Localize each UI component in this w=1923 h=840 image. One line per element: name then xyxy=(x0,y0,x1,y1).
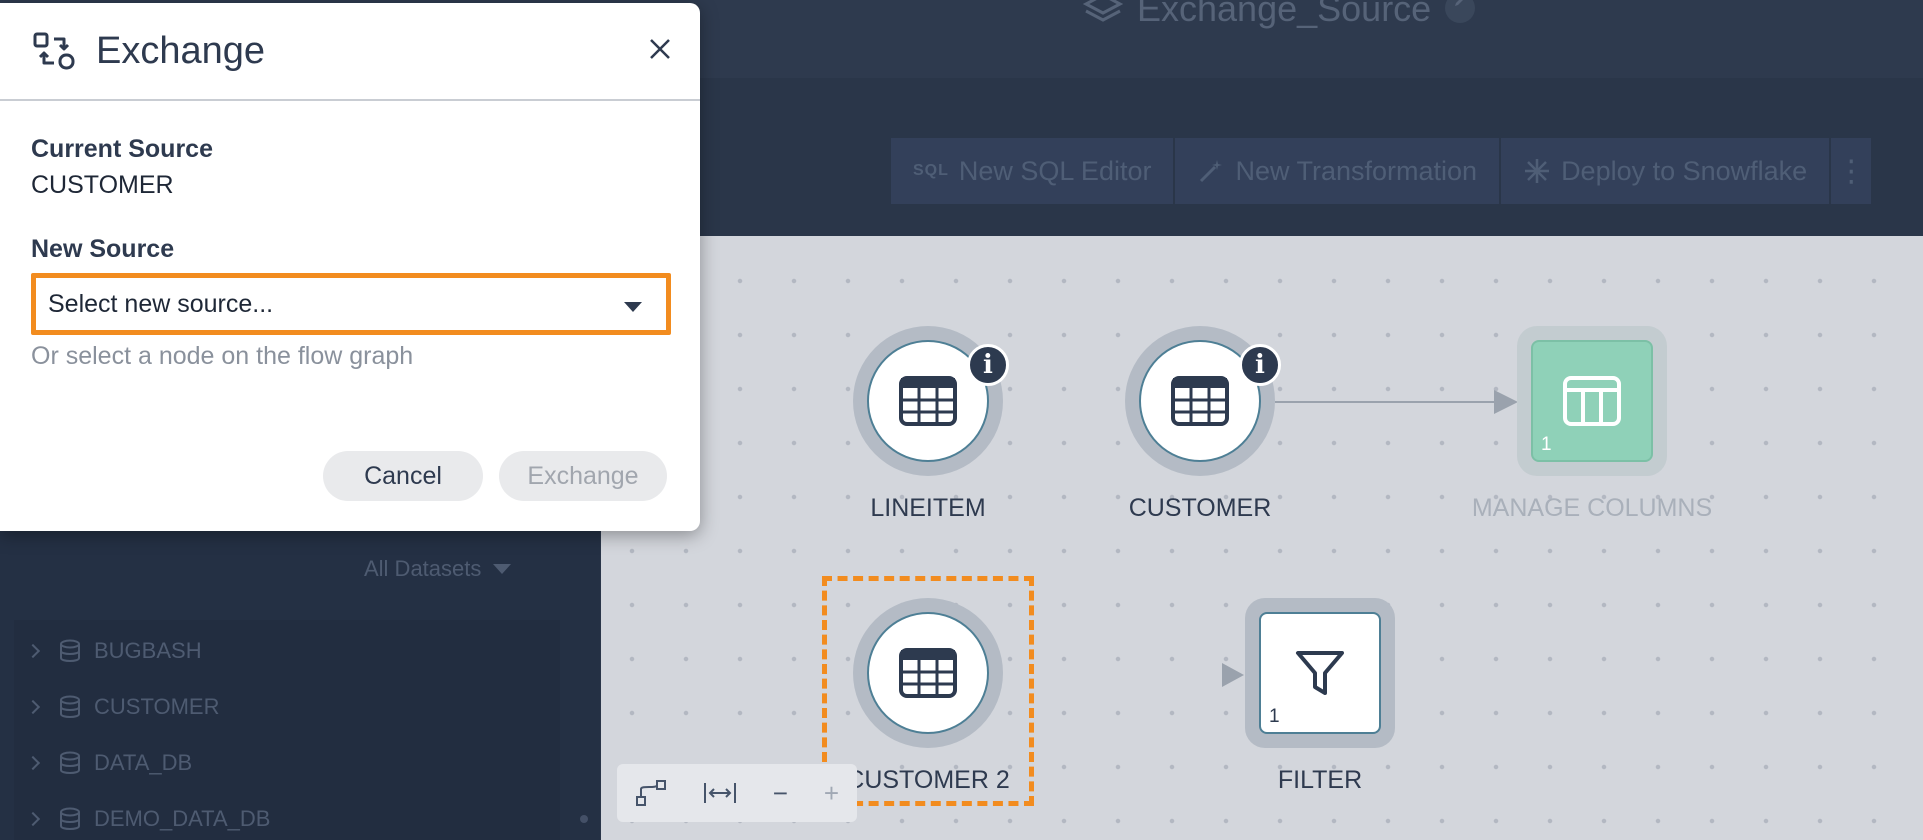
new-sql-editor-button[interactable]: SQL New SQL Editor xyxy=(891,138,1174,204)
tree-item-demo-data-db[interactable]: DEMO_DATA_DB xyxy=(25,804,271,834)
edit-title-icon[interactable] xyxy=(1445,0,1476,23)
flow-title-area: Exchange_Source xyxy=(1083,0,1476,32)
layers-icon xyxy=(1083,0,1123,22)
dialog-title: Exchange xyxy=(96,29,266,72)
current-source-label: Current Source xyxy=(31,135,213,163)
fit-width-icon[interactable] xyxy=(703,781,737,805)
tree-item-label: CUSTOMER xyxy=(94,694,220,719)
tree-item-label: DEMO_DATA_DB xyxy=(94,806,271,831)
cancel-button[interactable]: Cancel xyxy=(323,451,483,501)
dataset-filter-label: All Datasets xyxy=(364,556,482,581)
edge-arrow-icon xyxy=(1494,390,1518,414)
exchange-icon xyxy=(33,32,75,70)
new-transformation-label: New Transformation xyxy=(1235,155,1478,186)
tree-item-data-db[interactable]: DATA_DB xyxy=(25,748,193,778)
new-transformation-button[interactable]: New Transformation xyxy=(1175,138,1500,204)
node-count: 1 xyxy=(1541,434,1552,455)
more-options-button[interactable]: ⋮ xyxy=(1831,138,1872,204)
info-icon[interactable]: i xyxy=(967,344,1009,386)
kebab-icon: ⋮ xyxy=(1836,154,1867,188)
sql-icon: SQL xyxy=(913,162,949,179)
magic-wand-icon xyxy=(1200,160,1223,183)
filter-icon xyxy=(1296,651,1344,695)
node-customer[interactable]: i xyxy=(1125,326,1281,476)
table-icon xyxy=(1171,376,1229,426)
node-label-manage-columns: MANAGE COLUMNS xyxy=(1471,494,1713,522)
flow-canvas[interactable] xyxy=(601,236,1923,840)
node-label-lineitem: LINEITEM xyxy=(870,494,986,522)
deploy-label: Deploy to Snowflake xyxy=(1561,155,1808,186)
close-icon[interactable] xyxy=(644,33,676,65)
node-lineitem[interactable]: i xyxy=(853,326,1009,476)
auto-layout-icon[interactable] xyxy=(635,779,667,807)
exchange-button[interactable]: Exchange xyxy=(499,451,667,501)
node-label-filter: FILTER xyxy=(1277,766,1363,794)
select-node-hint: Or select a node on the flow graph xyxy=(31,342,414,370)
new-sql-editor-label: New SQL Editor xyxy=(958,155,1152,186)
database-icon xyxy=(60,751,80,774)
flow-edge xyxy=(1275,401,1500,403)
chevron-down-icon xyxy=(624,302,642,312)
toolbar: SQL New SQL Editor New Transformation De… xyxy=(891,138,1872,204)
chevron-right-icon xyxy=(25,811,41,827)
chevron-right-icon xyxy=(25,755,41,771)
node-body: 1 xyxy=(1531,340,1653,462)
edge-arrow-icon xyxy=(1222,663,1244,687)
zoom-in-icon[interactable]: + xyxy=(824,778,839,809)
snowflake-icon xyxy=(1525,159,1550,183)
exchange-dialog: Exchange Current Source CUSTOMER New Sou… xyxy=(0,3,700,531)
deploy-button[interactable]: Deploy to Snowflake xyxy=(1501,138,1830,204)
database-icon xyxy=(60,807,80,830)
tree-item-bugbash[interactable]: BUGBASH xyxy=(25,636,202,666)
chevron-right-icon xyxy=(25,643,41,659)
new-source-placeholder: Select new source... xyxy=(48,289,274,318)
new-source-label: New Source xyxy=(31,235,175,263)
flow-title: Exchange_Source xyxy=(1137,0,1432,29)
tree-item-customer[interactable]: CUSTOMER xyxy=(25,692,220,722)
info-icon[interactable]: i xyxy=(1239,344,1281,386)
database-icon xyxy=(60,695,80,718)
node-body: 1 xyxy=(1259,612,1381,734)
tree-item-label: DATA_DB xyxy=(94,750,193,775)
dialog-header: Exchange xyxy=(0,3,700,101)
node-filter[interactable]: 1 xyxy=(1245,598,1395,748)
chevron-down-icon xyxy=(493,564,512,574)
chevron-right-icon xyxy=(25,699,41,715)
node-label-customer: CUSTOMER xyxy=(1128,494,1272,522)
node-count: 1 xyxy=(1269,706,1280,727)
columns-icon xyxy=(1563,376,1621,426)
dataset-filter-dropdown[interactable]: All Datasets xyxy=(364,556,512,582)
zoom-out-icon[interactable]: − xyxy=(773,778,788,809)
current-source-value: CUSTOMER xyxy=(31,171,174,199)
panel-splitter[interactable] xyxy=(580,815,588,823)
database-icon xyxy=(60,639,80,662)
zoom-controls: − + xyxy=(617,764,857,822)
new-source-select[interactable]: Select new source... xyxy=(31,273,671,335)
table-icon xyxy=(899,376,957,426)
tree-item-label: BUGBASH xyxy=(94,638,202,663)
node-manage-columns[interactable]: 1 xyxy=(1517,326,1667,476)
